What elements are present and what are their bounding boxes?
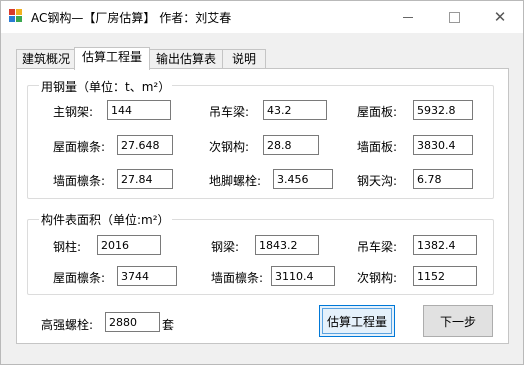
bolt-unit-label: 套 (162, 318, 175, 332)
close-icon: ✕ (493, 8, 507, 26)
title-bar[interactable]: AC钢构—【厂房估算】 作者：刘艾春 ✕ (1, 1, 523, 33)
tab-output-table[interactable]: 输出估算表 (148, 49, 224, 69)
wall-purlin-label: 墙面檩条: (53, 174, 106, 188)
crane-beam-label: 吊车梁: (209, 105, 250, 119)
roof-panel-input[interactable]: 5932.8 (413, 100, 473, 120)
roof-purlin-label: 屋面檩条: (53, 140, 106, 154)
estimate-quantity-button-label: 估算工程量 (326, 314, 387, 329)
secondary-steel-input[interactable]: 28.8 (263, 135, 319, 155)
secondary-steel-area-label: 次钢构: (357, 271, 398, 285)
maximize-icon (448, 11, 460, 23)
crane-beam-area-label: 吊车梁: (357, 240, 398, 254)
anchor-bolt-input[interactable]: 3.456 (273, 169, 333, 189)
secondary-steel-label: 次钢构: (209, 140, 250, 154)
high-strength-bolt-input[interactable]: 2880 (105, 312, 160, 332)
steel-gutter-input[interactable]: 6.78 (413, 169, 473, 189)
estimate-quantity-button[interactable]: 估算工程量 (319, 305, 395, 337)
roof-purlin-area-label: 屋面檩条: (53, 271, 106, 285)
roof-purlin-input[interactable]: 27.648 (117, 135, 173, 155)
steel-column-label: 钢柱: (53, 240, 82, 254)
minimize-button[interactable] (385, 1, 431, 33)
anchor-bolt-label: 地脚螺栓: (209, 174, 262, 188)
minimize-icon (403, 16, 413, 18)
wall-panel-input[interactable]: 3830.4 (413, 135, 473, 155)
tab-help[interactable]: 说明 (222, 49, 266, 69)
steel-beam-label: 钢梁: (211, 240, 240, 254)
high-strength-bolt-label: 高强螺栓: (41, 318, 94, 332)
maximize-button[interactable] (431, 1, 477, 33)
crane-beam-area-input[interactable]: 1382.4 (413, 235, 477, 255)
roof-purlin-area-input[interactable]: 3744 (117, 266, 177, 286)
main-frame-label: 主钢架: (53, 105, 94, 119)
main-window: AC钢构—【厂房估算】 作者：刘艾春 ✕ 建筑概况 估算工程量 输出估算表 说明… (0, 0, 524, 365)
steel-gutter-label: 钢天沟: (357, 174, 398, 188)
roof-panel-label: 屋面板: (357, 105, 398, 119)
secondary-steel-area-input[interactable]: 1152 (413, 266, 477, 286)
window-title: AC钢构—【厂房估算】 作者：刘艾春 (31, 11, 232, 25)
tab-building-overview[interactable]: 建筑概况 (16, 49, 76, 69)
tab-panel: 用钢量（单位：t、m²） 主钢架: 144 吊车梁: 43.2 屋面板: 593… (16, 68, 509, 344)
wall-panel-label: 墙面板: (357, 140, 398, 154)
steel-column-input[interactable]: 2016 (97, 235, 161, 255)
steel-usage-title: 用钢量（单位：t、m²） (39, 78, 173, 95)
main-frame-input[interactable]: 144 (107, 100, 171, 120)
wall-purlin-input[interactable]: 27.84 (117, 169, 173, 189)
wall-purlin-area-input[interactable]: 3110.4 (271, 266, 335, 286)
close-button[interactable]: ✕ (477, 1, 523, 33)
tab-estimate-quantity[interactable]: 估算工程量 (74, 47, 150, 70)
steel-beam-input[interactable]: 1843.2 (255, 235, 319, 255)
app-icon (9, 9, 24, 24)
crane-beam-input[interactable]: 43.2 (263, 100, 327, 120)
next-step-button[interactable]: 下一步 (423, 305, 493, 337)
wall-purlin-area-label: 墙面檩条: (211, 271, 264, 285)
next-step-button-label: 下一步 (439, 314, 476, 329)
surface-area-title: 构件表面积（单位:m²） (39, 211, 172, 228)
